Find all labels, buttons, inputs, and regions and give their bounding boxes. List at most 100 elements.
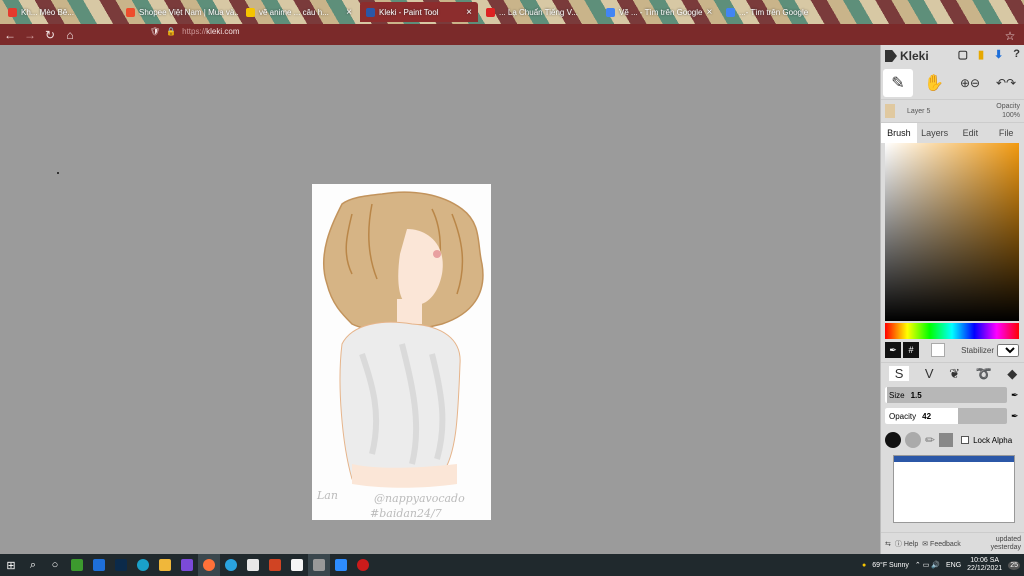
- canvas-workspace[interactable]: Lan @nappyavocado #baidan24/7: [0, 45, 880, 554]
- file-explorer-icon[interactable]: [154, 554, 176, 576]
- browser-tab[interactable]: Shopee Việt Nam | Mua và... ×: [120, 2, 238, 22]
- pencil-brush-icon[interactable]: ✏: [925, 433, 935, 447]
- google-icon: [606, 7, 615, 17]
- browser-tab[interactable]: vẽ anime ... câu h... ×: [240, 2, 358, 22]
- layer-preview-thumbnail: [893, 455, 1015, 523]
- telegram-icon[interactable]: [220, 554, 242, 576]
- browser-tab-active[interactable]: Kleki - Paint Tool ×: [360, 2, 478, 22]
- updated-note: updated yesterday: [990, 535, 1021, 551]
- opera-icon[interactable]: [352, 554, 374, 576]
- new-image-icon[interactable]: ▢: [958, 48, 968, 61]
- close-icon[interactable]: ×: [706, 7, 712, 18]
- weather-icon: ●: [862, 561, 867, 569]
- kleki-panel: Kleki ▢ ▮ ⬇ ? ✎ ✋ ⊕⊖ ↶↷ Layer 5 Opacity …: [880, 45, 1024, 554]
- mail-icon[interactable]: [88, 554, 110, 576]
- zoom-icon[interactable]: ⊕⊖: [955, 69, 985, 97]
- kleki-logo-icon: [885, 50, 897, 62]
- lasso-brush-icon[interactable]: ➰: [976, 366, 992, 382]
- blend-brush-icon[interactable]: V: [925, 366, 934, 381]
- browser-tabstrip: Kh... Mèo Bê... Shopee Việt Nam | Mua và…: [0, 0, 1024, 24]
- edge-icon[interactable]: [132, 554, 154, 576]
- back-icon[interactable]: ←: [0, 25, 20, 45]
- help-icon[interactable]: ?: [1013, 48, 1020, 61]
- square-brush-icon[interactable]: [939, 433, 954, 447]
- app-icon[interactable]: [242, 554, 264, 576]
- brush-opacity-value: 42: [922, 411, 932, 421]
- powerpoint-icon[interactable]: [264, 554, 286, 576]
- hand-tool-icon[interactable]: ✋: [919, 69, 949, 97]
- language-indicator[interactable]: ENG: [946, 562, 961, 569]
- clock[interactable]: 10:06 SA 22/12/2021: [967, 557, 1002, 573]
- browser-navbar: ← → ↻ ⌂ 🛡 🔒 https://kleki.com ☆: [0, 24, 1024, 45]
- brush-tool-icon[interactable]: ✎: [883, 69, 913, 97]
- saturation-value-picker[interactable]: [885, 143, 1019, 321]
- app-icon[interactable]: [176, 554, 198, 576]
- feedback-button[interactable]: ✉ Feedback: [922, 540, 961, 548]
- help-button[interactable]: ⓘ Help: [895, 539, 918, 549]
- app-icon[interactable]: [286, 554, 308, 576]
- soft-brush-icon[interactable]: [905, 432, 921, 448]
- layer-thumbnail: [885, 104, 895, 118]
- url-protocol: https://: [182, 27, 207, 36]
- download-icon[interactable]: ⬇: [994, 48, 1003, 61]
- tray-icons[interactable]: ⌃ ▭ 🔊: [915, 561, 940, 569]
- page-icon: [486, 7, 495, 17]
- swap-icon[interactable]: ⇆: [885, 540, 891, 548]
- tab-layers[interactable]: Layers: [917, 123, 953, 143]
- close-icon[interactable]: ×: [466, 7, 472, 18]
- firefox-icon[interactable]: [198, 554, 220, 576]
- current-layer[interactable]: Layer 5 Opacity 100%: [881, 99, 1024, 123]
- secondary-color-swatch[interactable]: [931, 343, 945, 357]
- bookmark-star-icon[interactable]: ☆: [1000, 26, 1020, 46]
- opacity-slider[interactable]: Opacity 42: [885, 408, 1007, 424]
- tab-file[interactable]: File: [988, 123, 1024, 143]
- youtube-icon: [8, 7, 17, 17]
- weather-text[interactable]: 69°F Sunny: [872, 562, 909, 569]
- shopee-icon: [126, 7, 135, 17]
- sketchy-brush-icon[interactable]: ❦: [949, 366, 960, 382]
- svg-text:#baidan24/7: #baidan24/7: [370, 507, 442, 520]
- windows-start-icon[interactable]: ⊞: [0, 554, 22, 576]
- app-icon[interactable]: [308, 554, 330, 576]
- eyedropper-icon[interactable]: ✒: [885, 342, 901, 358]
- close-icon[interactable]: ×: [346, 7, 352, 18]
- layer-opacity-label: Opacity: [996, 103, 1020, 110]
- tab-edit[interactable]: Edit: [953, 123, 989, 143]
- browser-tab[interactable]: Kh... Mèo Bê...: [2, 2, 120, 22]
- pressure-opacity-icon[interactable]: ✒: [1011, 411, 1019, 422]
- artwork: Lan @nappyavocado #baidan24/7: [316, 191, 484, 520]
- zoom-app-icon[interactable]: [330, 554, 352, 576]
- brush-opacity-label: Opacity: [889, 411, 917, 421]
- eraser-icon[interactable]: ◆: [1007, 366, 1017, 382]
- lock-alpha-checkbox[interactable]: [961, 436, 970, 444]
- home-icon[interactable]: ⌂: [60, 25, 80, 45]
- browser-tab[interactable]: Vẽ ... - Tìm trên Google ×: [600, 2, 718, 22]
- lock-alpha-label: Lock Alpha: [973, 435, 1013, 445]
- windows-taskbar: ⊞ ⌕ ○ ● 69°F Sunny ⌃ ▭ 🔊 ENG 10:06 SA 22…: [0, 554, 1024, 576]
- hue-slider[interactable]: [885, 323, 1019, 339]
- save-icon[interactable]: ▮: [978, 48, 984, 61]
- browser-tab[interactable]: ... Lạ Chuẩn Tiếng V...: [480, 2, 598, 22]
- cortana-icon[interactable]: ○: [44, 554, 66, 576]
- hex-input-icon[interactable]: #: [903, 342, 919, 358]
- notification-badge[interactable]: 25: [1008, 560, 1020, 570]
- photoshop-icon[interactable]: [110, 554, 132, 576]
- browser-tab[interactable]: ...- Tìm trên Google: [720, 2, 838, 22]
- undo-redo-icon[interactable]: ↶↷: [991, 69, 1021, 97]
- app-icon[interactable]: [66, 554, 88, 576]
- tab-brush[interactable]: Brush: [881, 123, 917, 143]
- stabilizer-select[interactable]: 1: [997, 343, 1019, 357]
- reload-icon[interactable]: ↻: [40, 25, 60, 45]
- pen-brush-icon[interactable]: S: [888, 366, 910, 381]
- forward-icon[interactable]: →: [20, 25, 40, 45]
- size-value: 1.5: [910, 390, 922, 400]
- drawing-canvas[interactable]: Lan @nappyavocado #baidan24/7: [312, 184, 491, 520]
- app-name: Kleki: [900, 49, 929, 63]
- round-brush-icon[interactable]: [885, 432, 901, 448]
- size-slider[interactable]: Size 1.5: [885, 387, 1007, 403]
- kleki-icon: [366, 7, 375, 17]
- url-bar[interactable]: 🛡 🔒 https://kleki.com: [150, 27, 239, 36]
- pressure-size-icon[interactable]: ✒: [1011, 390, 1019, 401]
- search-icon[interactable]: ⌕: [22, 554, 44, 576]
- size-label: Size: [889, 390, 905, 400]
